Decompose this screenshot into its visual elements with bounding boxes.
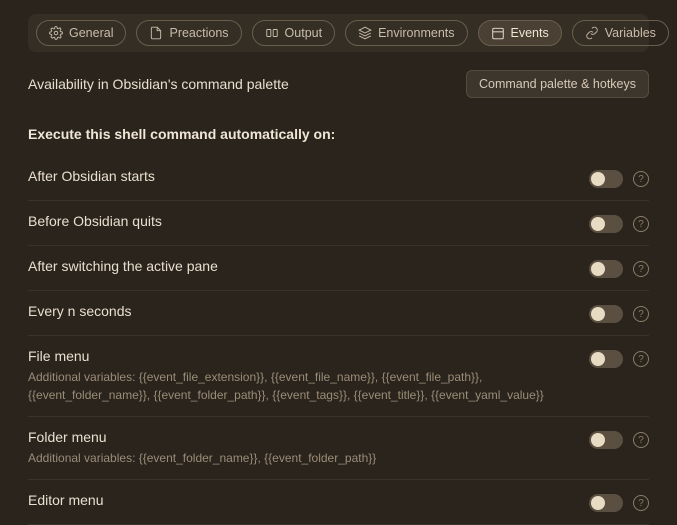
setting-info: Folder menu Additional variables: {{even… (28, 429, 569, 467)
settings-list: After Obsidian starts ? Before Obsidian … (28, 156, 649, 525)
link-icon (585, 26, 599, 40)
toggle-switch[interactable] (589, 260, 623, 278)
setting-row: Every n seconds ? (28, 291, 649, 336)
tab-events[interactable]: Events (478, 20, 562, 46)
setting-controls: ? (589, 429, 649, 449)
setting-controls: ? (589, 303, 649, 323)
help-icon[interactable]: ? (633, 432, 649, 448)
tab-label: Preactions (169, 26, 228, 40)
setting-controls: ? (589, 492, 649, 512)
output-icon (265, 26, 279, 40)
setting-name: Before Obsidian quits (28, 213, 569, 229)
help-icon[interactable]: ? (633, 306, 649, 322)
setting-name: Editor menu (28, 492, 569, 508)
file-icon (149, 26, 163, 40)
setting-controls: ? (589, 213, 649, 233)
toggle-switch[interactable] (589, 494, 623, 512)
tab-label: Environments (378, 26, 454, 40)
tab-bar: General Preactions Output Environments E… (28, 14, 649, 52)
gear-icon (49, 26, 63, 40)
tab-label: Events (511, 26, 549, 40)
tab-preactions[interactable]: Preactions (136, 20, 241, 46)
help-icon[interactable]: ? (633, 171, 649, 187)
setting-controls: ? (589, 168, 649, 188)
setting-info: After switching the active pane (28, 258, 569, 274)
tab-output[interactable]: Output (252, 20, 336, 46)
setting-name: File menu (28, 348, 569, 364)
setting-info: Editor menu (28, 492, 569, 508)
setting-row: After switching the active pane ? (28, 246, 649, 291)
setting-info: Before Obsidian quits (28, 213, 569, 229)
setting-info: File menu Additional variables: {{event_… (28, 348, 569, 404)
toggle-switch[interactable] (589, 305, 623, 323)
setting-controls: ? (589, 258, 649, 278)
toggle-switch[interactable] (589, 350, 623, 368)
availability-row: Availability in Obsidian's command palet… (28, 70, 649, 98)
calendar-icon (491, 26, 505, 40)
setting-description: Additional variables: {{event_file_exten… (28, 368, 569, 404)
setting-description: Additional variables: {{event_folder_nam… (28, 449, 569, 467)
setting-name: After Obsidian starts (28, 168, 569, 184)
layers-icon (358, 26, 372, 40)
tab-environments[interactable]: Environments (345, 20, 467, 46)
setting-info: Every n seconds (28, 303, 569, 319)
help-icon[interactable]: ? (633, 216, 649, 232)
setting-row: Editor menu ? (28, 480, 649, 525)
setting-row: Before Obsidian quits ? (28, 201, 649, 246)
setting-row: File menu Additional variables: {{event_… (28, 336, 649, 417)
tab-label: Output (285, 26, 323, 40)
help-icon[interactable]: ? (633, 351, 649, 367)
setting-name: Every n seconds (28, 303, 569, 319)
tab-general[interactable]: General (36, 20, 126, 46)
help-icon[interactable]: ? (633, 495, 649, 511)
setting-name: Folder menu (28, 429, 569, 445)
availability-dropdown[interactable]: Command palette & hotkeys (466, 70, 649, 98)
availability-label: Availability in Obsidian's command palet… (28, 76, 289, 92)
toggle-switch[interactable] (589, 170, 623, 188)
setting-row: After Obsidian starts ? (28, 156, 649, 201)
help-icon[interactable]: ? (633, 261, 649, 277)
tab-variables[interactable]: Variables (572, 20, 669, 46)
tab-label: Variables (605, 26, 656, 40)
toggle-switch[interactable] (589, 215, 623, 233)
section-heading: Execute this shell command automatically… (28, 126, 649, 142)
setting-info: After Obsidian starts (28, 168, 569, 184)
setting-name: After switching the active pane (28, 258, 569, 274)
setting-row: Folder menu Additional variables: {{even… (28, 417, 649, 480)
setting-controls: ? (589, 348, 649, 368)
tab-label: General (69, 26, 113, 40)
toggle-switch[interactable] (589, 431, 623, 449)
